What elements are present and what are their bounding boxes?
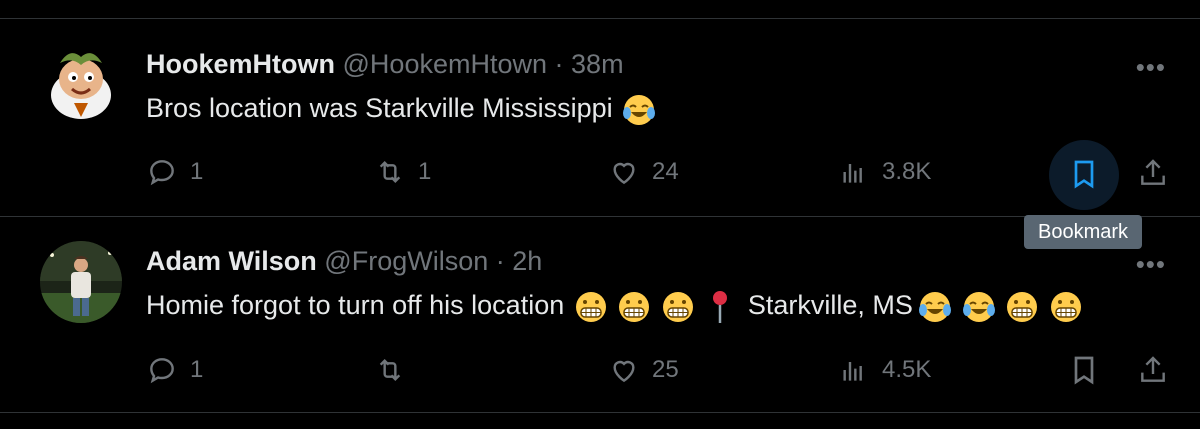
views-icon xyxy=(843,164,862,183)
reply-count: 1 xyxy=(190,158,204,185)
share-icon xyxy=(1141,159,1165,185)
reply-icon xyxy=(150,358,174,384)
display-name[interactable]: Adam Wilson xyxy=(146,246,317,276)
tweet-text-content: Bros location was Starkville Mississippi xyxy=(146,93,613,123)
bookmark-button[interactable] xyxy=(1068,354,1100,386)
tweet-2[interactable]: Adam Wilson @FrogWilson · 2h ••• Homie f… xyxy=(0,217,1200,412)
reply-count: 1 xyxy=(190,356,204,383)
heart-icon xyxy=(613,360,635,383)
views-button[interactable]: 3.8K xyxy=(838,156,931,188)
bookmark-button[interactable] xyxy=(1068,158,1100,190)
reply-icon xyxy=(150,160,174,186)
tweet-text-content: Homie forgot to turn off his location xyxy=(146,290,565,320)
retweet-button[interactable]: 1 xyxy=(374,156,431,188)
tweet-header: HookemHtown @HookemHtown · 38m xyxy=(146,48,624,80)
tears-of-joy-emoji xyxy=(919,291,952,322)
retweet-count: 1 xyxy=(418,158,432,185)
tweet-header: Adam Wilson @FrogWilson · 2h xyxy=(146,245,542,277)
more-options-icon[interactable]: ••• xyxy=(1136,251,1166,277)
more-options-icon[interactable]: ••• xyxy=(1136,54,1166,80)
views-count: 4.5K xyxy=(882,356,932,383)
separator-dot: · xyxy=(554,49,564,79)
grimacing-emoji xyxy=(1050,291,1081,322)
views-button[interactable]: 4.5K xyxy=(838,354,931,386)
bottom-divider xyxy=(0,412,1200,413)
timestamp[interactable]: 38m xyxy=(571,49,624,79)
views-count: 3.8K xyxy=(882,158,932,185)
tears-of-joy-emoji xyxy=(623,94,656,125)
tears-of-joy-emoji xyxy=(962,291,995,322)
separator-dot: · xyxy=(495,246,505,276)
grimacing-emoji xyxy=(1007,291,1038,322)
like-button[interactable]: 24 xyxy=(608,156,679,188)
reply-button[interactable]: 1 xyxy=(146,156,203,188)
share-button[interactable] xyxy=(1137,354,1169,386)
bookmark-tooltip: Bookmark xyxy=(1024,215,1142,249)
retweet-button[interactable] xyxy=(374,354,418,386)
bookmark-icon xyxy=(1074,160,1094,189)
handle[interactable]: @HookemHtown xyxy=(343,49,547,79)
views-icon xyxy=(843,362,862,381)
like-count: 24 xyxy=(652,158,679,185)
grimacing-emoji xyxy=(575,291,606,322)
tweet-text: Bros location was Starkville Mississippi xyxy=(146,90,656,127)
tweet-1[interactable]: HookemHtown @HookemHtown · 38m ••• Bros … xyxy=(0,19,1200,216)
retweet-icon xyxy=(379,358,401,382)
avatar-frogwilson[interactable] xyxy=(40,241,122,323)
timestamp[interactable]: 2h xyxy=(512,246,542,276)
share-icon xyxy=(1141,356,1165,382)
reply-button[interactable]: 1 xyxy=(146,354,203,386)
retweet-icon xyxy=(379,160,401,184)
grimacing-emoji xyxy=(662,291,693,322)
heart-icon xyxy=(613,162,635,185)
like-button[interactable]: 25 xyxy=(608,354,679,386)
round-pushpin-icon xyxy=(713,290,728,323)
bookmark-icon xyxy=(1074,356,1094,385)
location-text: Starkville, MS xyxy=(747,290,913,320)
tweet-text: Homie forgot to turn off his location St… xyxy=(146,287,1083,325)
grimacing-emoji xyxy=(619,291,650,322)
like-count: 25 xyxy=(652,356,679,383)
display-name[interactable]: HookemHtown xyxy=(146,49,335,79)
share-button[interactable] xyxy=(1137,157,1169,189)
avatar-hookemhtown[interactable] xyxy=(40,43,122,125)
handle[interactable]: @FrogWilson xyxy=(324,246,488,276)
